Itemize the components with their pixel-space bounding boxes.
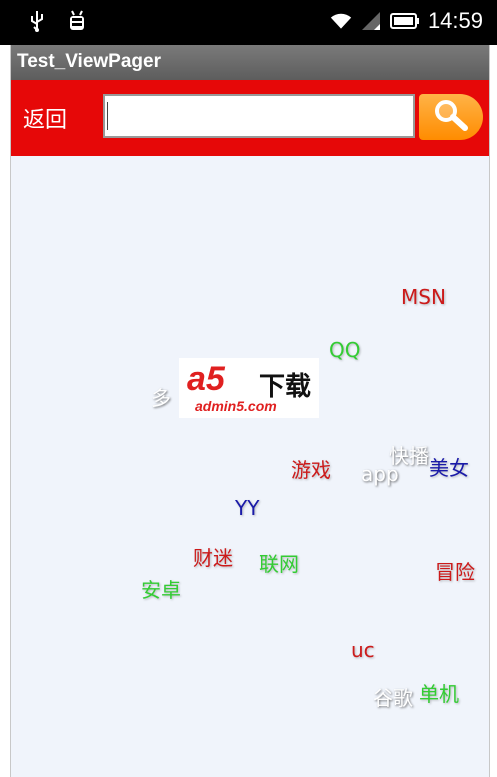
debug-icon [66,10,88,32]
title-bar: Test_ViewPager [11,45,489,80]
watermark-url: admin5.com [195,398,277,414]
a5-watermark-logo: a5 下载 admin5.com [179,358,319,418]
tag-cloud: MSN QQ 多 快播 游戏 app 美女 YY 财迷 联网 冒险 安卓 uc … [11,156,489,777]
tag-duo[interactable]: 多 [151,382,171,411]
tag-danji[interactable]: 单机 [419,678,459,707]
tag-anzhuo[interactable]: 安卓 [141,574,181,603]
watermark-logo-text: a5 [187,360,225,398]
tag-youxi[interactable]: 游戏 [291,454,331,483]
search-input[interactable] [103,94,415,138]
tag-meinv[interactable]: 美女 [429,452,469,481]
tag-qq[interactable]: QQ [329,338,360,362]
tag-yy[interactable]: YY [235,496,259,520]
tag-msn[interactable]: MSN [401,285,446,309]
back-button[interactable]: 返回 [23,102,67,134]
tag-uc[interactable]: uc [351,638,375,662]
tag-guge[interactable]: 谷歌 [373,682,413,711]
tag-app[interactable]: app [361,462,399,486]
search-icon [431,97,471,137]
signal-icon [360,10,382,32]
wifi-icon [330,10,352,32]
battery-icon [389,10,420,32]
usb-icon [26,10,48,32]
search-button[interactable] [419,94,483,140]
app-window: Test_ViewPager 返回 MSN QQ 多 快播 游戏 app 美女 … [10,45,490,777]
clock: 14:59 [427,8,483,33]
text-cursor [107,102,108,130]
tag-lianwang[interactable]: 联网 [259,548,299,577]
app-title: Test_ViewPager [17,51,161,72]
tag-caimi[interactable]: 财迷 [193,542,233,571]
tag-maoxian[interactable]: 冒险 [435,556,475,585]
status-bar: 14:59 [0,0,497,45]
search-header: 返回 [11,80,489,156]
